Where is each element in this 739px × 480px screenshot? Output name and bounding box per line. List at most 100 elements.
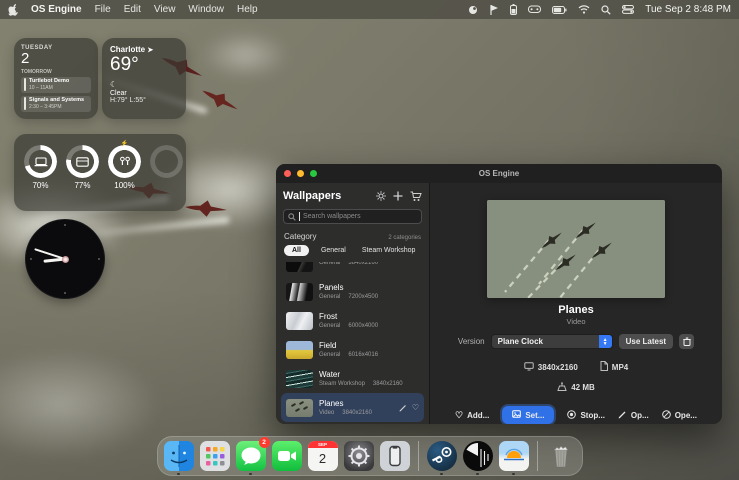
messages-badge: 2 [259, 437, 270, 448]
menu-window[interactable]: Window [188, 4, 224, 15]
display-icon [524, 362, 534, 373]
stop-button[interactable]: Stop... [567, 410, 604, 421]
set-button[interactable]: Set... [502, 406, 554, 424]
menu-view[interactable]: View [154, 4, 176, 15]
menu-file[interactable]: File [95, 4, 111, 15]
dock-messages[interactable]: 2 [236, 441, 266, 471]
battery-widget[interactable]: 70% 77% ⚡ 100% [14, 134, 186, 211]
wallpaper-resolution: 6000x4000 [348, 322, 378, 330]
filter-all[interactable]: All [284, 245, 309, 256]
menu-app-name[interactable]: OS Engine [31, 4, 82, 15]
sidebar-title: Wallpapers [283, 190, 341, 202]
dropdown-stepper-icon: ▲▼ [599, 335, 612, 348]
event-title: Signals and Systems [29, 97, 84, 104]
dock-calendar[interactable]: SEP 2 [308, 441, 338, 471]
wallpaper-name: Water [319, 370, 403, 380]
detail-resolution: 3840x2160 [538, 363, 578, 372]
favorite-heart-icon[interactable]: ♡ [412, 403, 419, 412]
detail-size: 42 MB [571, 383, 595, 392]
calendar-day-number: 2 [21, 51, 91, 67]
dock-finder[interactable] [164, 441, 194, 471]
filter-general[interactable]: General [317, 245, 350, 256]
detail-title: Planes [558, 304, 593, 316]
workshop-cart-icon[interactable] [410, 191, 422, 202]
airpods-icon [108, 145, 141, 178]
menubar-clock[interactable]: Tue Sep 2 8:48 PM [645, 4, 731, 15]
control-center-icon[interactable] [622, 5, 634, 14]
weather-high-low: H:79° L:55° [110, 97, 178, 104]
delete-version-button[interactable] [679, 334, 694, 349]
detail-format: MP4 [612, 363, 628, 372]
dock-steam[interactable] [427, 441, 457, 471]
trackpad-icon [66, 145, 99, 178]
size-scale-icon [557, 382, 567, 393]
running-indicator [512, 473, 515, 476]
apple-menu-icon[interactable] [8, 4, 18, 16]
moon-icon: ☾ [110, 81, 178, 89]
dock-os-engine[interactable] [463, 441, 493, 471]
wallpaper-list: General3840x2160 Panels General7200x4500 [281, 262, 424, 424]
dock-settings[interactable] [344, 441, 374, 471]
dock-calendar-day: 2 [319, 448, 326, 469]
wallpaper-detail-panel: Planes Video Version Plane Clock ▲▼ Use … [430, 183, 722, 424]
status-battery-icon[interactable] [552, 6, 567, 14]
open-button[interactable]: Ope... [662, 410, 697, 421]
calendar-tomorrow-label: TOMORROW [21, 69, 91, 75]
status-controller-icon[interactable] [528, 5, 541, 14]
desktop[interactable]: OS Engine File Edit View Window Help Tue… [0, 0, 739, 480]
calendar-widget[interactable]: TUESDAY 2 TOMORROW Turtlebot Demo 10 – 1… [14, 38, 98, 119]
window-titlebar[interactable]: OS Engine [276, 164, 722, 183]
wallpaper-resolution: 6016x4016 [348, 351, 378, 359]
version-label: Version [458, 337, 485, 346]
wallpaper-category: General [319, 293, 340, 301]
status-circle-icon[interactable] [468, 5, 478, 15]
wallpaper-row[interactable]: Field General6016x4016 [281, 335, 424, 364]
category-filter-bar: All General Steam Workshop Video [284, 245, 421, 256]
battery-percent: 100% [108, 181, 141, 190]
dock-separator [537, 441, 538, 471]
calendar-event[interactable]: Signals and Systems 2:30 – 3:45PM [21, 96, 91, 112]
use-latest-button[interactable]: Use Latest [619, 334, 673, 349]
wallpaper-preview[interactable] [487, 200, 665, 298]
wallpaper-row[interactable]: Water Steam Workshop3840x2160 [281, 364, 424, 393]
clock-widget[interactable] [25, 219, 105, 299]
wallpaper-category: Video [319, 409, 334, 417]
category-label: Category [284, 232, 316, 241]
running-indicator [249, 473, 252, 476]
wallpaper-name: Planes [319, 399, 372, 409]
menu-edit[interactable]: Edit [124, 4, 141, 15]
status-device-battery-icon[interactable] [510, 4, 517, 15]
record-circle-icon [567, 410, 576, 421]
search-icon[interactable] [601, 5, 611, 15]
add-wallpaper-icon[interactable] [393, 191, 403, 201]
dock-trash[interactable] [546, 441, 576, 471]
edit-pencil-icon[interactable] [399, 399, 407, 417]
event-time: 2:30 – 3:45PM [29, 104, 84, 110]
wallpaper-row[interactable]: Frost General6000x4000 [281, 306, 424, 335]
event-time: 10 – 11AM [29, 85, 69, 91]
wallpaper-resolution: 3840x2160 [348, 262, 378, 267]
running-indicator [440, 473, 443, 476]
wallpaper-name: Field [319, 341, 378, 351]
weather-temperature: 69° [110, 54, 178, 76]
wallpaper-row-selected[interactable]: Planes Video3840x2160 ♡ [281, 393, 424, 422]
dock-launchpad[interactable] [200, 441, 230, 471]
dock-facetime[interactable] [272, 441, 302, 471]
wallpaper-row[interactable]: Panels General7200x4500 [281, 277, 424, 306]
settings-gear-icon[interactable] [376, 191, 386, 201]
version-dropdown[interactable]: Plane Clock ▲▼ [491, 334, 613, 349]
dock-weather-app[interactable] [499, 441, 529, 471]
wallpaper-row[interactable]: General3840x2160 [281, 262, 424, 277]
calendar-event[interactable]: Turtlebot Demo 10 – 11AM [21, 77, 91, 93]
dock-iphone-mirroring[interactable] [380, 441, 410, 471]
add-button[interactable]: ♡ Add... [455, 410, 489, 421]
open-editor-button[interactable]: Op... [618, 410, 649, 421]
menu-help[interactable]: Help [237, 4, 258, 15]
weather-widget[interactable]: Charlotte ➤ 69° ☾ Clear H:79° L:55° [102, 38, 186, 119]
filter-steam-workshop[interactable]: Steam Workshop [358, 245, 420, 256]
running-indicator [476, 473, 479, 476]
wallpaper-thumbnail [286, 312, 313, 330]
wifi-icon[interactable] [578, 5, 590, 14]
search-input[interactable]: Search wallpapers [283, 209, 422, 224]
status-flag-icon[interactable] [489, 5, 499, 15]
